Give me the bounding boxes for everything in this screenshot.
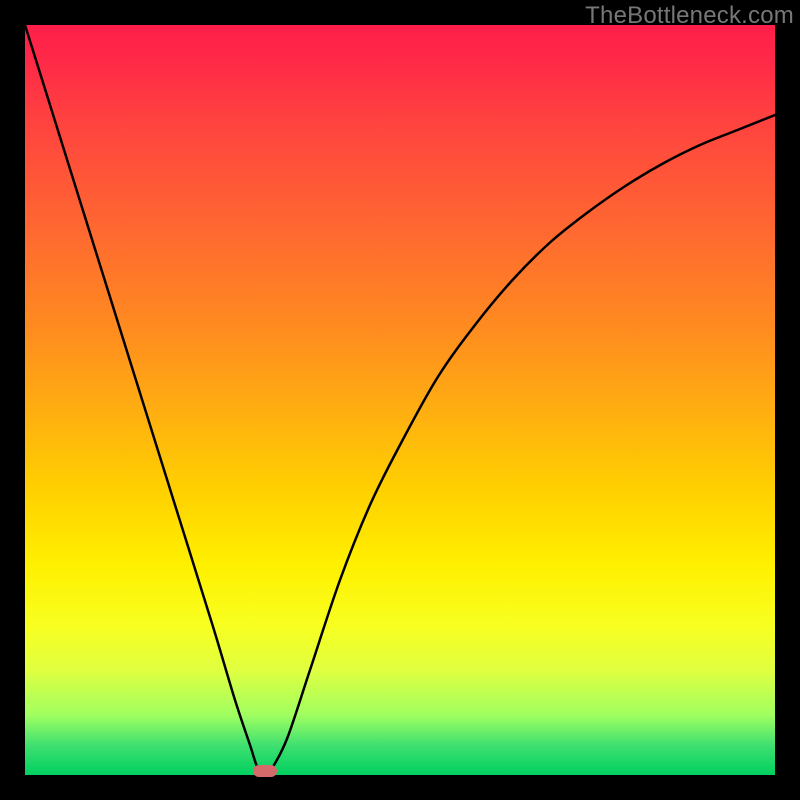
bottleneck-curve <box>25 25 775 775</box>
plot-area <box>25 25 775 775</box>
watermark-text: TheBottleneck.com <box>585 2 794 30</box>
chart-frame: TheBottleneck.com <box>0 0 800 800</box>
minimum-marker <box>253 765 277 777</box>
